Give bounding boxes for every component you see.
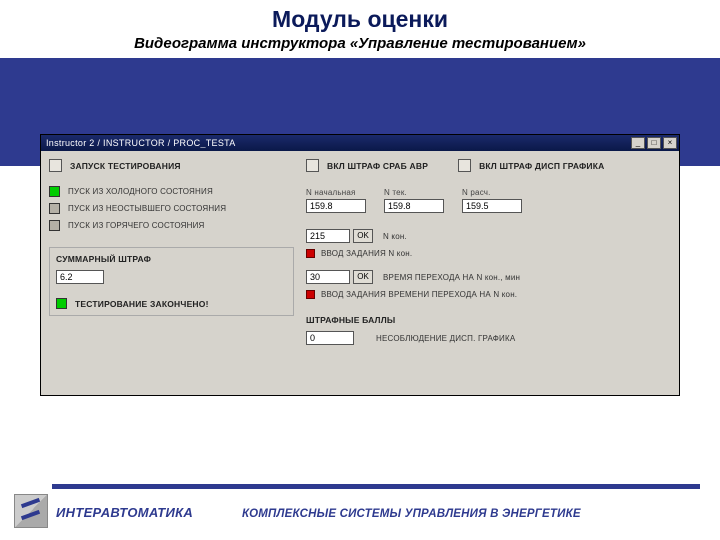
flag-disp-checkbox[interactable] — [458, 159, 471, 172]
nkon-after-label: N кон. — [383, 232, 407, 241]
launch-testing-checkbox[interactable] — [49, 159, 62, 172]
n-start-value: 159.8 — [306, 199, 366, 213]
n-calc-label: N расч. — [462, 188, 522, 197]
header: Модуль оценки Видеограмма инструктора «У… — [0, 0, 720, 54]
state-indicator-icon — [49, 220, 60, 231]
penalty-points-label: НЕСОБЛЮДЕНИЕ ДИСП. ГРАФИКА — [376, 334, 515, 343]
window-body: ЗАПУСК ТЕСТИРОВАНИЯ ПУСК ИЗ ХОЛОДНОГО СО… — [41, 151, 679, 395]
n-calc-value: 159.5 — [462, 199, 522, 213]
page-subtitle: Видеограмма инструктора «Управление тест… — [0, 35, 720, 52]
time-input[interactable]: 30 — [306, 270, 350, 284]
done-label: ТЕСТИРОВАНИЕ ЗАКОНЧЕНО! — [75, 299, 209, 309]
state-item-label: ПУСК ИЗ ГОРЯЧЕГО СОСТОЯНИЯ — [68, 221, 205, 230]
page-title: Модуль оценки — [0, 6, 720, 33]
penalty-value: 6.2 — [56, 270, 104, 284]
maximize-button[interactable]: □ — [647, 137, 661, 149]
penalty-points-title: ШТРАФНЫЕ БАЛЛЫ — [306, 315, 666, 325]
app-window: Instructor 2 / INSTRUCTOR / PROC_TESTA _… — [40, 134, 680, 396]
time-after-label: ВРЕМЯ ПЕРЕХОДА НА N кон., мин — [383, 273, 520, 282]
state-indicator-icon — [49, 203, 60, 214]
flag-disp-label: ВКЛ ШТРАФ ДИСП ГРАФИКА — [479, 161, 604, 171]
close-button[interactable]: × — [663, 137, 677, 149]
state-indicator-icon — [49, 186, 60, 197]
alert-icon — [306, 290, 315, 299]
divider — [52, 484, 700, 489]
state-item-label: ПУСК ИЗ НЕОСТЫВШЕГО СОСТОЯНИЯ — [68, 204, 226, 213]
n-current-label: N тек. — [384, 188, 444, 197]
nkon-input[interactable]: 215 — [306, 229, 350, 243]
nkon-ok-button[interactable]: OK — [353, 229, 373, 243]
penalty-points-value: 0 — [306, 331, 354, 345]
n-fields: N начальная 159.8 N тек. 159.8 N расч. 1… — [306, 188, 666, 213]
n-start-label: N начальная — [306, 188, 366, 197]
right-panel: ВКЛ ШТРАФ СРАБ АВР ВКЛ ШТРАФ ДИСП ГРАФИК… — [306, 159, 666, 351]
titlebar[interactable]: Instructor 2 / INSTRUCTOR / PROC_TESTA _… — [41, 135, 679, 151]
slide: Модуль оценки Видеограмма инструктора «У… — [0, 0, 720, 540]
footer: ИНТЕРАВТОМАТИКА КОМПЛЕКСНЫЕ СИСТЕМЫ УПРА… — [0, 484, 720, 540]
time-ok-button[interactable]: OK — [353, 270, 373, 284]
n-current-value: 159.8 — [384, 199, 444, 213]
window-title: Instructor 2 / INSTRUCTOR / PROC_TESTA — [43, 138, 629, 148]
flag-avr-label: ВКЛ ШТРАФ СРАБ АВР — [327, 161, 428, 171]
penalty-title: СУММАРНЫЙ ШТРАФ — [56, 254, 287, 264]
done-indicator-icon — [56, 298, 67, 309]
flag-avr-checkbox[interactable] — [306, 159, 319, 172]
brand-name: ИНТЕРАВТОМАТИКА — [56, 505, 193, 520]
state-item-label: ПУСК ИЗ ХОЛОДНОГО СОСТОЯНИЯ — [68, 187, 213, 196]
launch-testing-label: ЗАПУСК ТЕСТИРОВАНИЯ — [70, 161, 181, 171]
minimize-button[interactable]: _ — [631, 137, 645, 149]
penalty-group: СУММАРНЫЙ ШТРАФ 6.2 ТЕСТИРОВАНИЕ ЗАКОНЧЕ… — [49, 247, 294, 316]
time-hint: ВВОД ЗАДАНИЯ ВРЕМЕНИ ПЕРЕХОДА НА N кон. — [321, 290, 517, 299]
company-logo-icon — [14, 494, 48, 528]
brand-tagline: КОМПЛЕКСНЫЕ СИСТЕМЫ УПРАВЛЕНИЯ В ЭНЕРГЕТ… — [242, 508, 581, 520]
alert-icon — [306, 249, 315, 258]
nkon-hint: ВВОД ЗАДАНИЯ N кон. — [321, 249, 412, 258]
left-panel: ЗАПУСК ТЕСТИРОВАНИЯ ПУСК ИЗ ХОЛОДНОГО СО… — [49, 159, 294, 316]
